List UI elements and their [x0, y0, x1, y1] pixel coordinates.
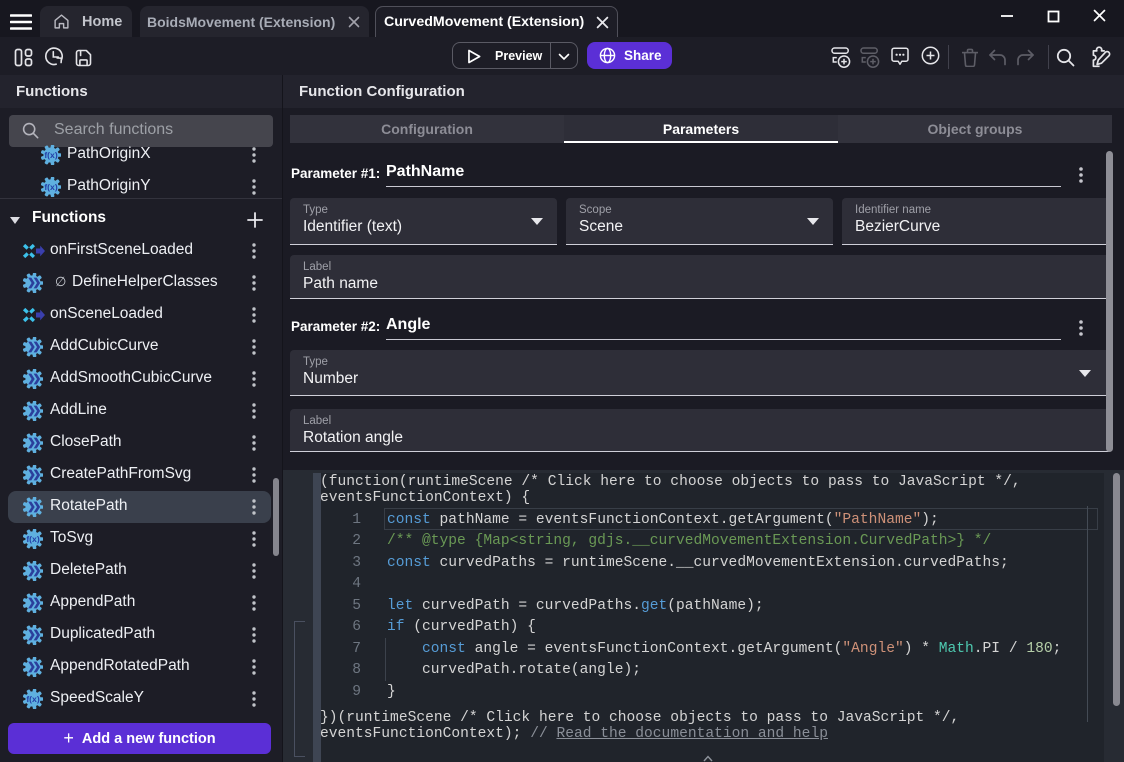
svg-text:f(x): f(x)	[44, 182, 58, 192]
svg-text:f(x): f(x)	[26, 534, 40, 544]
svg-text:f(x): f(x)	[26, 694, 40, 704]
svg-text:f(x): f(x)	[44, 150, 58, 160]
